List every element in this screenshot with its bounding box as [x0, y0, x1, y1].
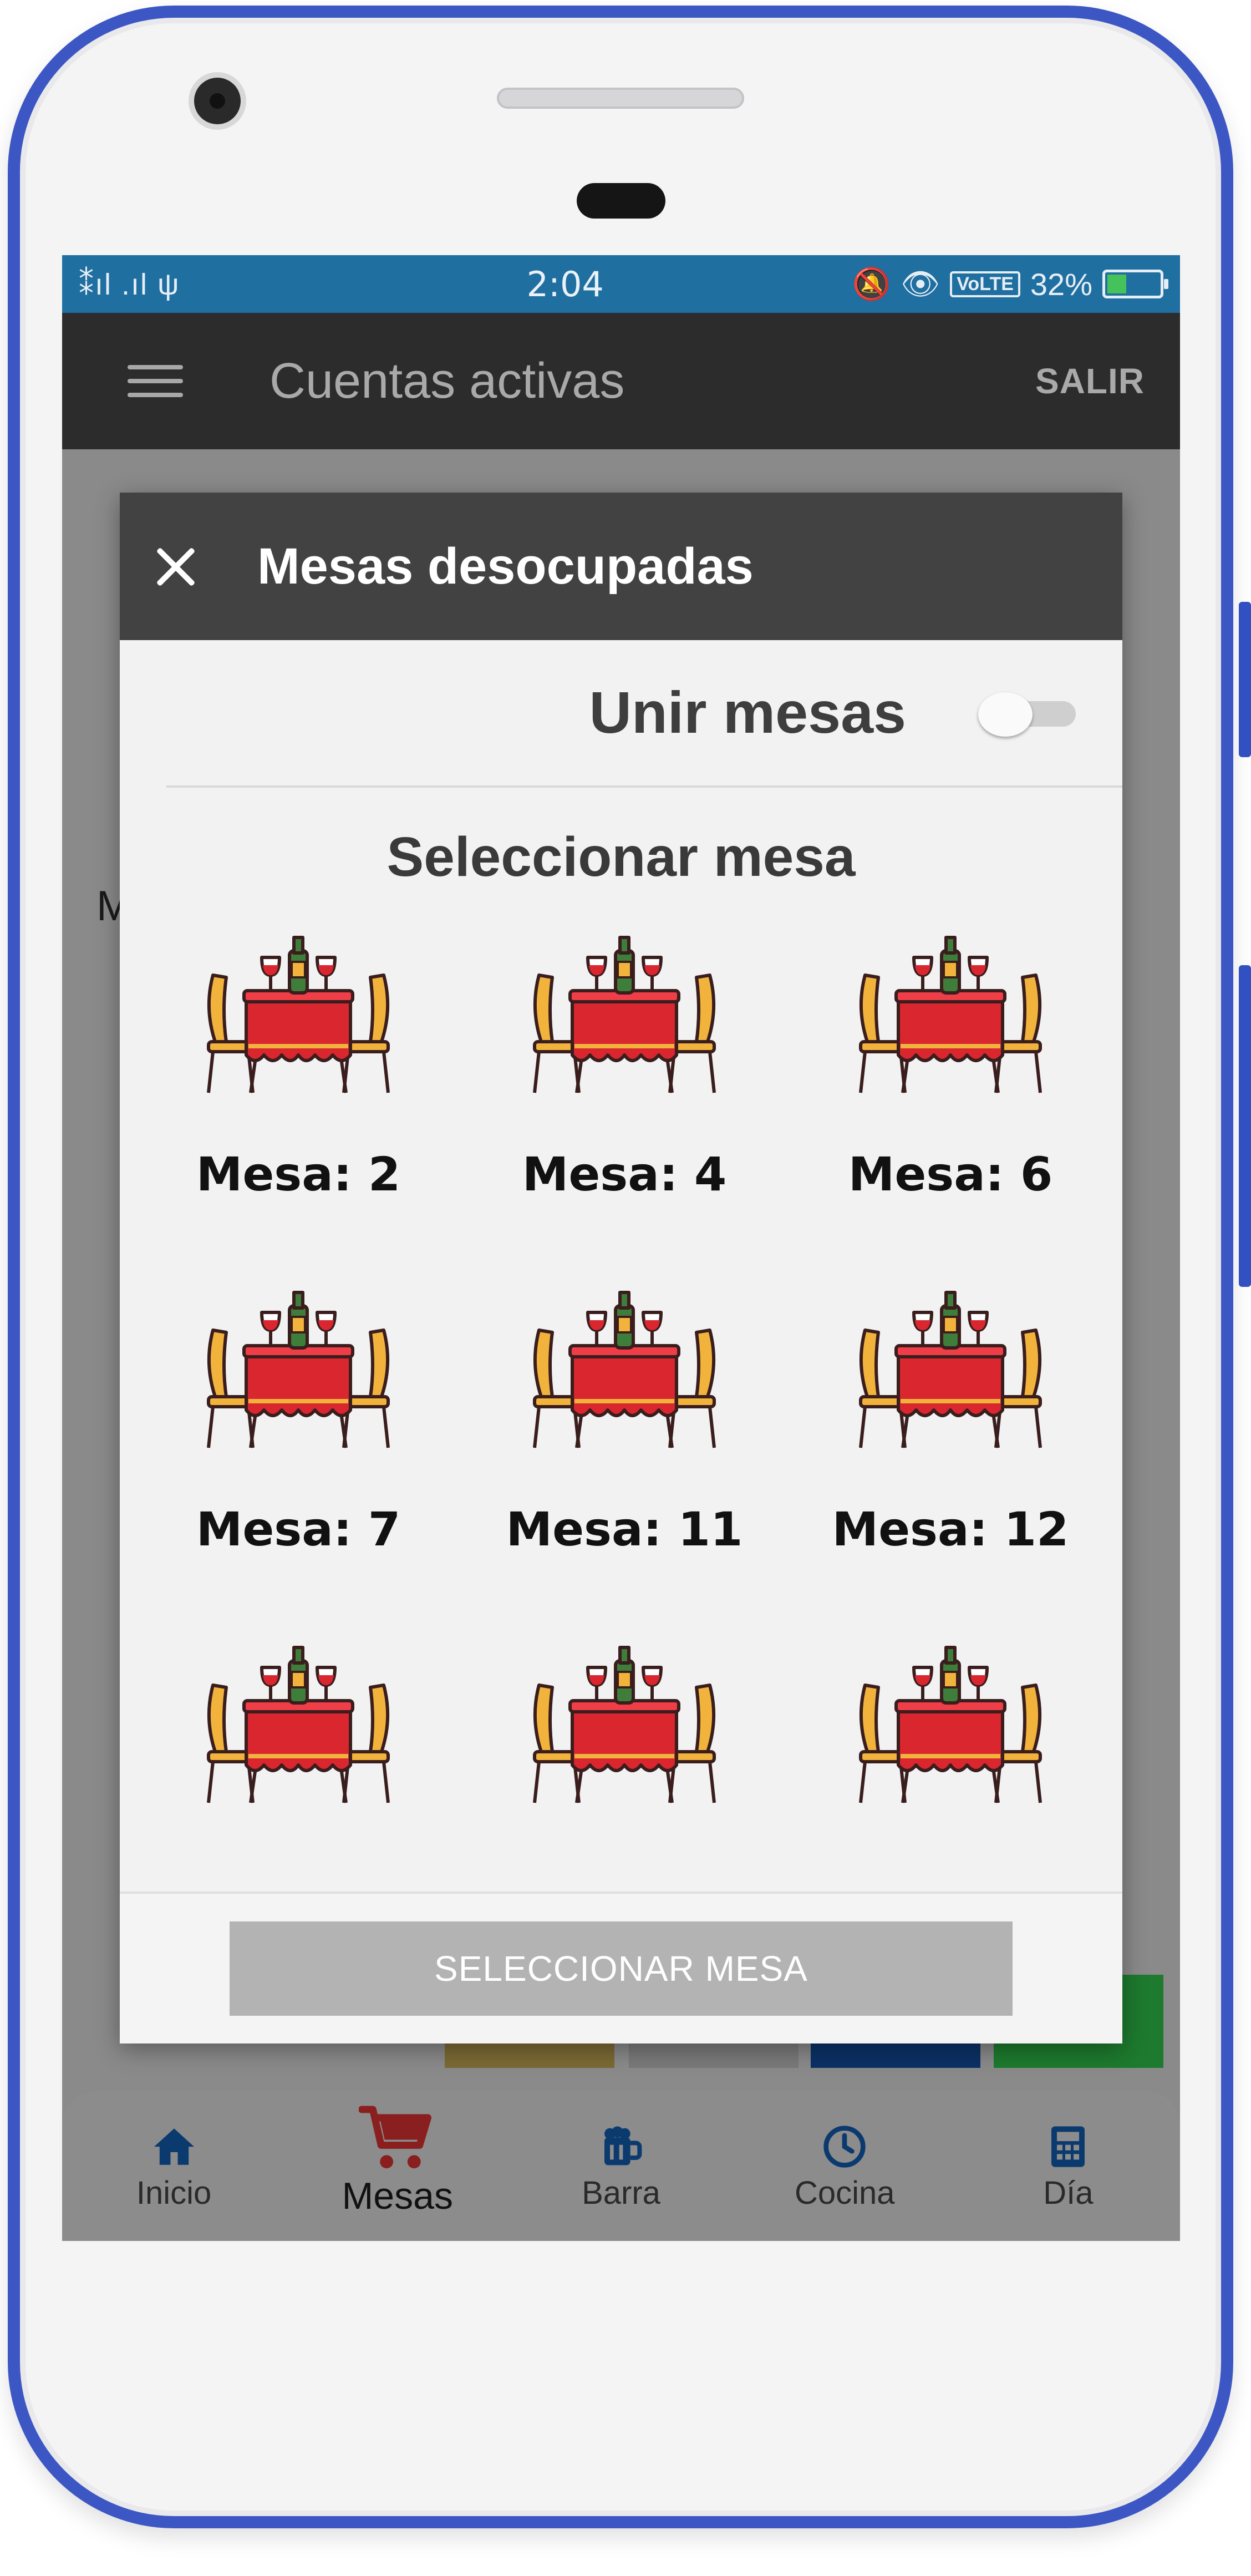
- page-title: Cuentas activas: [269, 353, 625, 409]
- table-option[interactable]: Mesa: 6: [795, 931, 1106, 1201]
- cart-icon: [358, 2102, 436, 2174]
- menu-icon[interactable]: [128, 362, 183, 400]
- status-time: 2:04: [526, 263, 604, 305]
- nav-item-barra[interactable]: Barra: [509, 2091, 733, 2241]
- nav-label: Mesas: [342, 2175, 453, 2217]
- signal-icons: ⁑ıl .ıl ψ: [79, 267, 180, 301]
- dining-table-icon: [207, 1291, 390, 1448]
- nav-item-mesas[interactable]: Mesas: [286, 2091, 509, 2241]
- table-label: Mesa: 4: [522, 1147, 727, 1201]
- phone-screen: ⁑ıl .ıl ψ 2:04 🔕 👁 VoLTE 32% Cuentas act…: [62, 255, 1180, 2241]
- dining-table-icon: [859, 1646, 1042, 1803]
- bottom-navigation: Inicio Mesas Barra Cocina Día: [62, 2091, 1180, 2241]
- table-label: Mesa: 11: [506, 1502, 743, 1556]
- volume-button: [1239, 602, 1251, 757]
- table-option[interactable]: [143, 1641, 454, 1840]
- section-heading: Seleccionar mesa: [387, 826, 856, 888]
- table-option[interactable]: [795, 1641, 1106, 1840]
- unoccupied-tables-dialog: Mesas desocupadas Unir mesas Seleccionar…: [120, 493, 1122, 2043]
- calculator-icon: [1049, 2124, 1087, 2169]
- nav-item-dia[interactable]: Día: [957, 2091, 1180, 2241]
- dining-table-icon: [207, 936, 390, 1093]
- nav-item-cocina[interactable]: Cocina: [733, 2091, 957, 2241]
- close-icon[interactable]: [153, 544, 197, 589]
- table-label: Mesa: 12: [832, 1502, 1069, 1556]
- mute-icon: 🔕: [852, 266, 891, 301]
- app-bar: Cuentas activas SALIR: [62, 313, 1180, 449]
- speaker-grille: [497, 88, 744, 109]
- earpiece: [577, 183, 665, 219]
- nav-label: Día: [1043, 2175, 1094, 2211]
- tables-grid: Mesa: 2 Mesa: 4 Mesa: 6 Mesa: 7 Mesa: 11…: [120, 931, 1122, 1840]
- front-camera: [189, 72, 246, 130]
- join-tables-toggle[interactable]: [978, 692, 1076, 737]
- dining-table-icon: [533, 1646, 716, 1803]
- power-button: [1239, 965, 1251, 1287]
- join-tables-label: Unir mesas: [589, 680, 906, 746]
- table-option[interactable]: Mesa: 11: [469, 1286, 780, 1556]
- table-option[interactable]: Mesa: 12: [795, 1286, 1106, 1556]
- battery-icon: [1102, 270, 1168, 298]
- clock-icon: [822, 2124, 867, 2169]
- nav-label: Barra: [582, 2175, 660, 2211]
- dining-table-icon: [207, 1646, 390, 1803]
- status-bar: ⁑ıl .ıl ψ 2:04 🔕 👁 VoLTE 32%: [62, 255, 1180, 313]
- nav-label: Cocina: [794, 2175, 895, 2211]
- dialog-footer: SELECCIONAR MESA: [120, 1892, 1122, 2043]
- eye-icon: 👁: [901, 266, 940, 301]
- dialog-header: Mesas desocupadas: [120, 493, 1122, 640]
- dining-table-icon: [859, 936, 1042, 1093]
- battery-percent: 32%: [1030, 266, 1092, 302]
- table-label: Mesa: 7: [196, 1502, 401, 1556]
- dialog-title: Mesas desocupadas: [257, 537, 754, 595]
- volte-badge: VoLTE: [950, 271, 1020, 297]
- logout-button[interactable]: SALIR: [1035, 361, 1145, 402]
- dining-table-icon: [533, 1291, 716, 1448]
- table-option[interactable]: Mesa: 7: [143, 1286, 454, 1556]
- dining-table-icon: [859, 1291, 1042, 1448]
- divider: [166, 785, 1122, 788]
- table-label: Mesa: 6: [848, 1147, 1053, 1201]
- dining-table-icon: [533, 936, 716, 1093]
- home-icon: [152, 2124, 196, 2169]
- table-option[interactable]: Mesa: 2: [143, 931, 454, 1201]
- nav-label: Inicio: [136, 2175, 212, 2211]
- table-option[interactable]: [469, 1641, 780, 1840]
- table-option[interactable]: Mesa: 4: [469, 931, 780, 1201]
- select-table-button[interactable]: SELECCIONAR MESA: [230, 1921, 1013, 2016]
- nav-item-inicio[interactable]: Inicio: [62, 2091, 286, 2241]
- beer-mug-icon: [599, 2124, 643, 2169]
- table-label: Mesa: 2: [196, 1147, 401, 1201]
- join-tables-row: Unir mesas: [120, 640, 1122, 785]
